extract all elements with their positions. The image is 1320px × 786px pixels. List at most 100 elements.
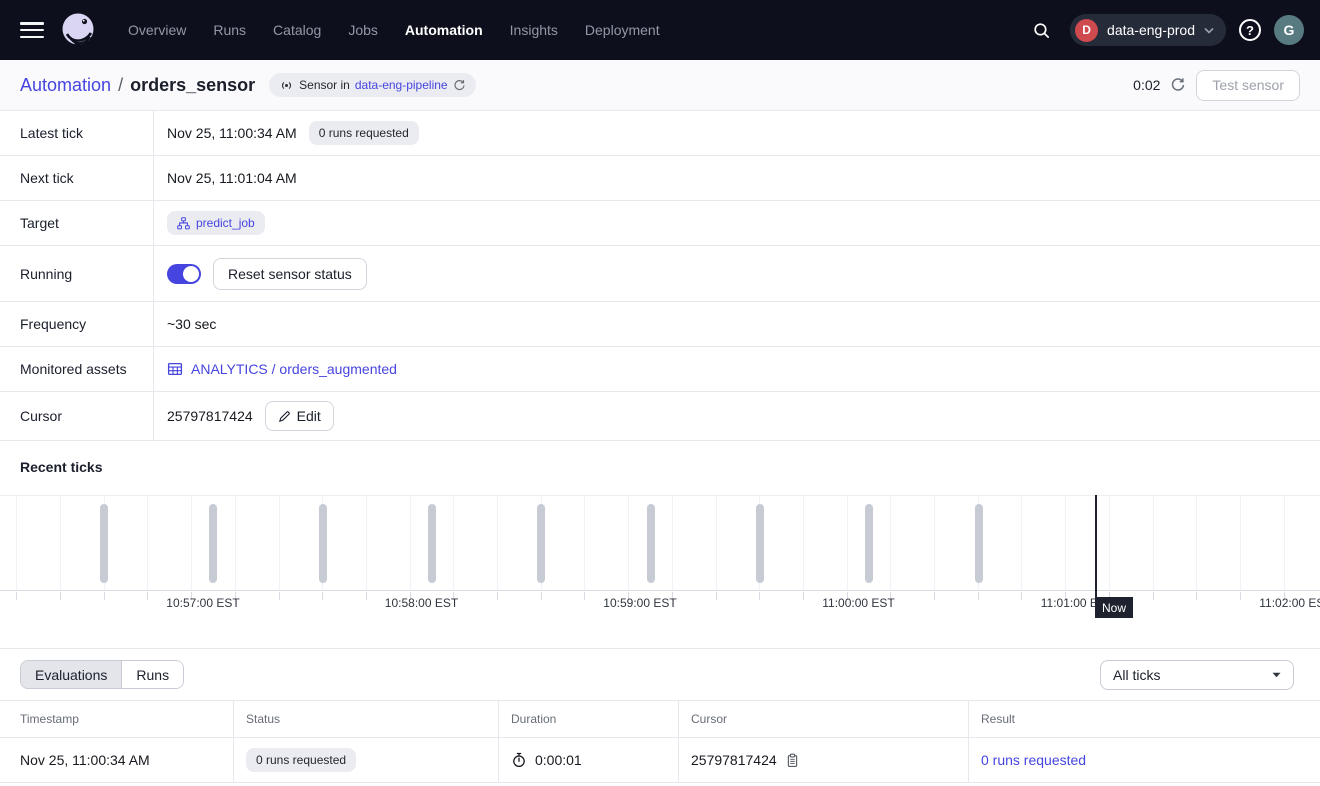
nav-item-catalog[interactable]: Catalog: [273, 22, 321, 38]
chart-gridline: [584, 496, 585, 590]
nav-item-automation[interactable]: Automation: [405, 22, 483, 38]
top-nav: Overview Runs Catalog Jobs Automation In…: [0, 0, 1320, 60]
monitored-assets-row: Monitored assets ANALYTICS / orders_augm…: [0, 347, 1320, 392]
axis-tick-mark: [104, 592, 105, 600]
axis-tick-mark: [1153, 592, 1154, 600]
copy-cursor-icon[interactable]: [785, 753, 800, 768]
axis-tick-mark: [497, 592, 498, 600]
column-header-timestamp: Timestamp: [0, 701, 233, 737]
cell-result-link[interactable]: 0 runs requested: [981, 752, 1086, 768]
axis-time-label: 10:58:00 EST: [385, 596, 458, 610]
tick-bar[interactable]: [975, 504, 983, 583]
axis-tick-mark: [1196, 592, 1197, 600]
tab-evaluations[interactable]: Evaluations: [21, 661, 122, 688]
nav-item-overview[interactable]: Overview: [128, 22, 186, 38]
dagster-logo-icon[interactable]: [58, 10, 98, 50]
tick-filter-select[interactable]: All ticks: [1100, 660, 1294, 690]
hamburger-menu-icon[interactable]: [20, 22, 44, 38]
chart-gridline: [672, 496, 673, 590]
chart-gridline: [147, 496, 148, 590]
chart-gridline: [803, 496, 804, 590]
table-header-row: Timestamp Status Duration Cursor Result: [0, 700, 1320, 738]
column-header-status: Status: [233, 701, 498, 737]
refresh-icon[interactable]: [1170, 77, 1186, 93]
test-sensor-button[interactable]: Test sensor: [1196, 70, 1300, 101]
chart-gridline: [890, 496, 891, 590]
chart-gridline: [716, 496, 717, 590]
chart-gridline: [1240, 496, 1241, 590]
recent-ticks-plot: [0, 495, 1320, 591]
edit-cursor-label: Edit: [297, 408, 321, 424]
tick-bar[interactable]: [209, 504, 217, 583]
evaluations-table: Timestamp Status Duration Cursor Result …: [0, 700, 1320, 783]
view-segmented-control: Evaluations Runs: [20, 660, 184, 689]
chart-gridline: [1065, 496, 1066, 590]
edit-cursor-button[interactable]: Edit: [265, 401, 334, 431]
latest-tick-value: Nov 25, 11:00:34 AM: [167, 125, 297, 141]
cursor-label: Cursor: [0, 392, 154, 440]
nav-item-insights[interactable]: Insights: [510, 22, 558, 38]
axis-tick-mark: [279, 592, 280, 600]
frequency-row: Frequency ~30 sec: [0, 302, 1320, 347]
chart-gridline: [16, 496, 17, 590]
tick-bar[interactable]: [647, 504, 655, 583]
reload-repo-icon[interactable]: [453, 79, 466, 92]
workspace-switcher[interactable]: D data-eng-prod: [1070, 14, 1226, 46]
job-graph-icon: [177, 217, 190, 230]
axis-tick-mark: [978, 592, 979, 600]
running-toggle[interactable]: [167, 264, 201, 284]
nav-menu: Overview Runs Catalog Jobs Automation In…: [128, 22, 660, 38]
sensor-repo-badge: Sensor in data-eng-pipeline: [269, 73, 475, 97]
app-window: Overview Runs Catalog Jobs Automation In…: [0, 0, 1320, 786]
tick-bar[interactable]: [865, 504, 873, 583]
tick-bar[interactable]: [100, 504, 108, 583]
axis-tick-mark: [934, 592, 935, 600]
stopwatch-icon: [511, 752, 527, 768]
user-avatar[interactable]: G: [1274, 15, 1304, 45]
tick-bar[interactable]: [428, 504, 436, 583]
latest-tick-row: Latest tick Nov 25, 11:00:34 AM 0 runs r…: [0, 111, 1320, 156]
tick-bar[interactable]: [756, 504, 764, 583]
recent-ticks-heading: Recent ticks: [0, 441, 1320, 495]
tab-runs[interactable]: Runs: [122, 661, 183, 688]
axis-time-label: 10:59:00 EST: [603, 596, 676, 610]
chart-gridline: [497, 496, 498, 590]
axis-tick-mark: [584, 592, 585, 600]
chart-gridline: [1153, 496, 1154, 590]
help-icon[interactable]: ?: [1239, 19, 1261, 41]
frequency-value: ~30 sec: [167, 316, 216, 332]
column-header-cursor: Cursor: [678, 701, 968, 737]
target-job-pill[interactable]: predict_job: [167, 211, 265, 235]
cursor-value: 25797817424: [167, 408, 253, 424]
tick-bar[interactable]: [537, 504, 545, 583]
chart-gridline: [1109, 496, 1110, 590]
chart-gridline: [453, 496, 454, 590]
chart-gridline: [628, 496, 629, 590]
cursor-row: Cursor 25797817424 Edit: [0, 392, 1320, 441]
search-button[interactable]: [1025, 14, 1057, 46]
next-tick-label: Next tick: [0, 156, 154, 200]
now-marker-label: Now: [1095, 597, 1133, 618]
breadcrumb-automation-link[interactable]: Automation: [20, 75, 111, 96]
axis-tick-mark: [541, 592, 542, 600]
tick-filter-value: All ticks: [1113, 667, 1160, 683]
axis-tick-mark: [1240, 592, 1241, 600]
page-header: Automation / orders_sensor Sensor in dat…: [0, 60, 1320, 111]
axis-tick-mark: [147, 592, 148, 600]
frequency-label: Frequency: [0, 302, 154, 346]
nav-item-runs[interactable]: Runs: [213, 22, 246, 38]
monitored-asset-link[interactable]: ANALYTICS / orders_augmented: [167, 361, 397, 377]
workspace-name: data-eng-prod: [1107, 22, 1195, 38]
target-job-name: predict_job: [196, 216, 255, 230]
column-header-duration: Duration: [498, 701, 678, 737]
axis-tick-mark: [759, 592, 760, 600]
nav-item-jobs[interactable]: Jobs: [348, 22, 378, 38]
recent-ticks-chart: 10:57:00 EST10:58:00 EST10:59:00 EST11:0…: [0, 495, 1320, 618]
repo-link[interactable]: data-eng-pipeline: [355, 78, 448, 92]
search-icon: [1032, 21, 1051, 40]
nav-item-deployment[interactable]: Deployment: [585, 22, 660, 38]
reset-sensor-status-button[interactable]: Reset sensor status: [213, 258, 367, 290]
tick-bar[interactable]: [319, 504, 327, 583]
workspace-badge: D: [1075, 19, 1098, 42]
target-row: Target predict_job: [0, 201, 1320, 246]
